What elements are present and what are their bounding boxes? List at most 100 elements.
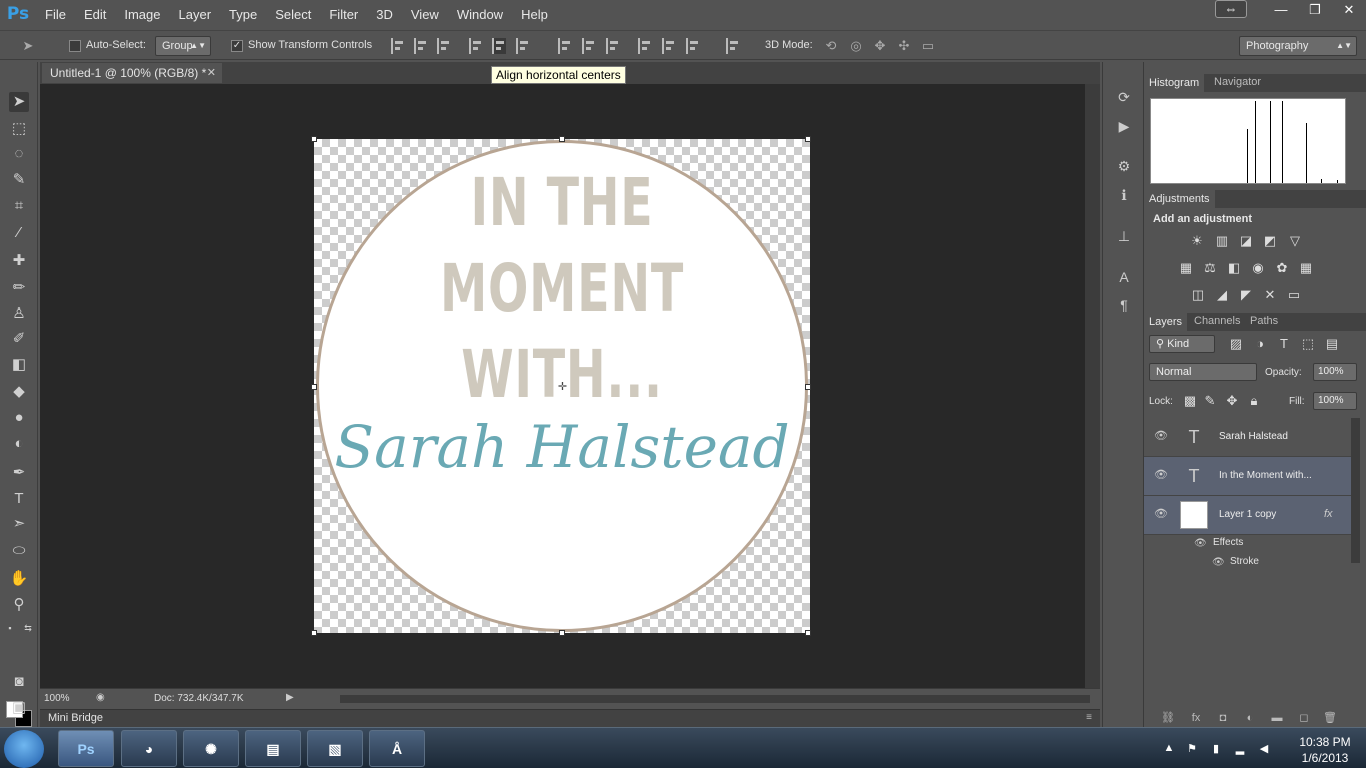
layer-row[interactable]: 👁︎ T In the Moment with... [1144, 457, 1351, 496]
curves-icon[interactable]: ◪ [1238, 234, 1254, 248]
tab-layers[interactable]: Layers [1144, 313, 1188, 331]
lock-image-icon[interactable]: ✎ [1202, 394, 1218, 408]
filter-adjustment-icon[interactable]: ◑ [1252, 337, 1268, 351]
transform-handle-left[interactable] [311, 384, 317, 390]
transform-handle-right[interactable] [805, 384, 811, 390]
file-explorer-icon[interactable]: ▤ [245, 730, 301, 767]
properties-icon[interactable]: ⚙ [1115, 157, 1133, 175]
tab-paths[interactable]: Paths [1250, 315, 1278, 327]
ellipse-tool-icon[interactable]: ⬭ [9, 541, 29, 561]
3d-scale-icon[interactable]: ▭ [920, 39, 936, 53]
lock-transparent-icon[interactable]: ▩ [1182, 394, 1198, 408]
clock-date[interactable]: 1/6/2013 [1290, 751, 1360, 765]
brightness-icon[interactable]: ☀ [1189, 234, 1205, 248]
align-horizontal-centers-icon[interactable] [492, 38, 506, 54]
channel-mixer-icon[interactable]: ✿ [1274, 261, 1290, 275]
quick-mask-icon[interactable]: ◙ [9, 672, 29, 692]
start-button[interactable] [4, 730, 44, 768]
close-icon[interactable]: ✕ [1332, 0, 1366, 20]
delete-layer-icon[interactable]: 🗑︎ [1323, 712, 1337, 724]
new-adjustment-layer-icon[interactable]: ◐ [1243, 712, 1257, 724]
character-icon[interactable]: A [1115, 268, 1133, 286]
arrange-icon[interactable]: ⇔ [1215, 0, 1247, 18]
lasso-icon[interactable]: ◌ [9, 144, 29, 164]
transform-handle-top-right[interactable] [805, 136, 811, 142]
show-transform-checkbox[interactable]: ✓ [231, 40, 243, 52]
swap-colors-icon[interactable]: ⇆ [22, 618, 34, 638]
paragraph-icon[interactable]: ¶ [1115, 296, 1133, 314]
new-layer-icon[interactable]: ◻ [1297, 712, 1311, 724]
opacity-field[interactable]: 100% [1313, 363, 1357, 381]
eraser-icon[interactable]: ◧ [9, 355, 29, 375]
distribute-left-icon[interactable] [638, 38, 652, 54]
3d-pan-icon[interactable]: ✥ [872, 39, 888, 53]
app-icon[interactable]: Å [369, 730, 425, 767]
healing-brush-icon[interactable]: ✚ [9, 251, 29, 271]
distribute-right-icon[interactable] [686, 38, 700, 54]
align-left-icon[interactable] [469, 38, 483, 54]
align-vertical-centers-icon[interactable] [414, 38, 428, 54]
layer-row[interactable]: 👁︎ Layer 1 copy fx [1144, 496, 1351, 535]
menu-filter[interactable]: Filter [320, 7, 367, 22]
visibility-eye-icon[interactable]: 👁︎ [1154, 508, 1168, 520]
vibrance-icon[interactable]: ▽ [1287, 234, 1303, 248]
transform-handle-bottom-right[interactable] [805, 630, 811, 636]
info-icon[interactable]: ℹ [1115, 186, 1133, 204]
menu-window[interactable]: Window [448, 7, 512, 22]
show-hidden-icons-icon[interactable]: ▲ [1162, 742, 1176, 756]
visibility-eye-icon[interactable]: 👁︎ [1154, 469, 1168, 481]
menu-image[interactable]: Image [115, 7, 169, 22]
filter-smart-object-icon[interactable]: ▤ [1324, 337, 1340, 351]
move-tool-preset-icon[interactable]: ➤ [20, 39, 36, 53]
tab-channels[interactable]: Channels [1194, 315, 1240, 327]
menu-edit[interactable]: Edit [75, 7, 115, 22]
crop-icon[interactable]: ⌗ [9, 196, 29, 216]
threshold-icon[interactable]: ◤ [1238, 288, 1254, 302]
tab-adjustments[interactable]: Adjustments [1144, 190, 1215, 208]
filter-shape-icon[interactable]: ⬚ [1300, 337, 1316, 351]
picasa-icon[interactable]: ✺ [183, 730, 239, 767]
zoom-tool-icon[interactable]: ⚲ [9, 595, 29, 615]
rectangular-marquee-icon[interactable]: ⬚ [9, 119, 29, 139]
history-brush-icon[interactable]: ✐ [9, 329, 29, 349]
3d-roll-icon[interactable]: ◎ [848, 39, 864, 53]
taskbar-photoshop[interactable]: Ps [58, 730, 114, 767]
photo-filter-icon[interactable]: ◉ [1250, 261, 1266, 275]
levels-icon[interactable]: ▥ [1214, 234, 1230, 248]
3d-rotate-icon[interactable]: ⟲ [823, 39, 839, 53]
auto-select-target-dropdown[interactable]: Group ▲▼ [155, 36, 211, 56]
stroke-label[interactable]: Stroke [1230, 556, 1259, 567]
hue-saturation-icon[interactable]: ▦ [1178, 261, 1194, 275]
status-options-icon[interactable]: ◉ [96, 692, 105, 703]
dodge-icon[interactable]: ◐ [9, 434, 29, 454]
posterize-icon[interactable]: ◢ [1214, 288, 1230, 302]
paint-bucket-icon[interactable]: ◆ [9, 382, 29, 402]
layers-scrollbar[interactable] [1351, 418, 1360, 563]
color-lookup-icon[interactable]: ▦ [1298, 261, 1314, 275]
volume-icon[interactable]: ◀ [1257, 742, 1271, 756]
menu-type[interactable]: Type [220, 7, 266, 22]
auto-select-checkbox[interactable] [69, 40, 81, 52]
fx-icon[interactable]: fx [1324, 508, 1333, 520]
selective-color-icon[interactable]: ✕ [1262, 288, 1278, 302]
clone-source-icon[interactable]: ⊥ [1115, 227, 1133, 245]
brush-icon[interactable]: ✏ [9, 278, 29, 298]
visibility-eye-icon[interactable]: 👁︎ [1154, 430, 1168, 442]
transform-handle-bottom[interactable] [559, 630, 565, 636]
filter-pixel-icon[interactable]: ▨ [1228, 337, 1244, 351]
status-menu-arrow-icon[interactable]: ▶ [286, 692, 294, 703]
move-tool-icon[interactable]: ➤ [9, 92, 29, 112]
close-document-icon[interactable]: ✕ [207, 63, 216, 83]
layer-filter-dropdown[interactable]: ⚲ Kind [1149, 335, 1215, 353]
eyedropper-icon[interactable]: ⁄ [9, 223, 29, 243]
pen-icon[interactable]: ✒ [9, 463, 29, 483]
effects-eye-icon[interactable]: 👁︎ [1194, 538, 1207, 549]
blur-icon[interactable]: ● [9, 408, 29, 428]
path-selection-icon[interactable]: ➣ [9, 514, 29, 534]
zoom-level[interactable]: 100% [44, 693, 70, 704]
menu-file[interactable]: File [36, 7, 75, 22]
distribute-vertical-centers-icon[interactable] [582, 38, 596, 54]
mini-bridge-label[interactable]: Mini Bridge [48, 712, 103, 724]
clock-time[interactable]: 10:38 PM [1290, 735, 1360, 749]
network-icon[interactable]: ▂ [1233, 742, 1247, 756]
